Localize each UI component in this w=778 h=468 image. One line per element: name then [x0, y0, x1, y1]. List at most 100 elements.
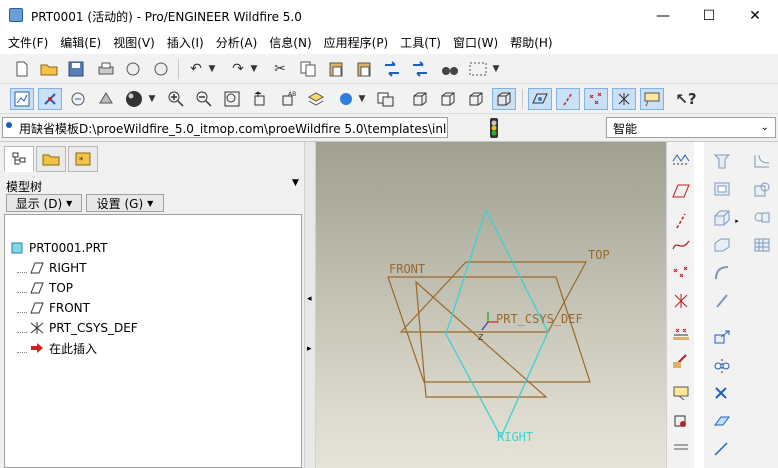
mirror-tool-icon[interactable] [710, 354, 734, 376]
shell-tool-icon[interactable] [710, 178, 734, 200]
extend-tool-icon[interactable] [710, 438, 734, 460]
menu-insert[interactable]: 插入(I) [161, 34, 210, 51]
offset-datum-icon[interactable] [669, 410, 693, 432]
datum-plane-tool-icon[interactable] [669, 180, 693, 202]
expand-right-icon[interactable]: ▸ [307, 344, 312, 354]
regenerate-manager-icon[interactable] [408, 58, 432, 80]
find-icon[interactable] [438, 58, 462, 80]
tree-node-top[interactable]: TOP [17, 279, 73, 297]
hole-tool-icon[interactable] [710, 150, 734, 172]
datum-curve-tool-icon[interactable] [669, 234, 693, 256]
coordinate-systems-toggle-icon[interactable] [612, 88, 636, 110]
tree-node-csys[interactable]: PRT_CSYS_DEF [17, 319, 138, 337]
context-help-icon[interactable]: ↖? [674, 88, 698, 110]
revolve-tool-icon[interactable] [750, 206, 774, 228]
paste-special-icon[interactable] [352, 58, 376, 80]
merge-tool-icon[interactable] [710, 382, 734, 404]
save-icon[interactable] [64, 58, 88, 80]
repaint-icon[interactable] [10, 88, 34, 110]
tree-node-right[interactable]: RIGHT [17, 259, 87, 277]
csys-tool-icon[interactable] [669, 290, 693, 312]
menu-edit[interactable]: 编辑(E) [54, 34, 107, 51]
menu-help[interactable]: 帮助(H) [504, 34, 558, 51]
redo-icon[interactable]: ↷ [226, 58, 250, 80]
tab-favorites[interactable]: * [68, 146, 98, 172]
chevron-right-icon[interactable]: ▸ [733, 210, 741, 232]
undo-icon[interactable]: ↶ [184, 58, 208, 80]
shading-icon[interactable] [492, 88, 516, 110]
menu-analysis[interactable]: 分析(A) [210, 34, 264, 51]
refit-icon[interactable] [220, 88, 244, 110]
chevron-down-icon[interactable]: ▼ [248, 58, 260, 80]
send-mail-icon[interactable] [121, 58, 145, 80]
sketch-tool-icon[interactable] [669, 350, 693, 372]
open-folder-icon[interactable] [37, 58, 61, 80]
copy-icon[interactable] [296, 58, 320, 80]
trim-tool-icon[interactable] [710, 410, 734, 432]
pattern-tool-icon[interactable] [750, 234, 774, 256]
chevron-down-icon[interactable]: ▼ [292, 178, 299, 188]
tree-node-insert-here[interactable]: 在此插入 [17, 339, 97, 357]
view-manager-icon[interactable] [334, 88, 358, 110]
wireframe-icon[interactable] [408, 88, 432, 110]
orient-mode-icon[interactable] [66, 88, 90, 110]
menu-window[interactable]: 窗口(W) [447, 34, 504, 51]
datum-points-toggle-icon[interactable] [584, 88, 608, 110]
zoom-in-icon[interactable] [164, 88, 188, 110]
menu-tools[interactable]: 工具(T) [394, 34, 447, 51]
tab-model-tree[interactable] [4, 146, 34, 172]
visual-browser-icon[interactable] [374, 88, 398, 110]
blend-tool-icon[interactable] [710, 262, 734, 284]
hidden-line-icon[interactable] [436, 88, 460, 110]
paste-icon[interactable] [324, 58, 348, 80]
draft-tool-icon[interactable] [750, 178, 774, 200]
sweep-tool-icon[interactable] [710, 234, 734, 256]
copy-feature-icon[interactable] [710, 326, 734, 348]
maximize-button[interactable]: ☐ [686, 0, 732, 31]
analysis-feature-icon[interactable] [669, 322, 693, 344]
email-link-icon[interactable] [149, 58, 173, 80]
traffic-light-icon[interactable] [488, 118, 500, 138]
reorient-icon[interactable] [248, 88, 272, 110]
sphere-appearance-icon[interactable] [122, 88, 146, 110]
spin-center-icon[interactable] [38, 88, 62, 110]
minimize-button[interactable]: — [640, 0, 686, 31]
tree-node-part[interactable]: PRT0001.PRT [9, 239, 107, 257]
datum-axis-tool-icon[interactable] [669, 210, 693, 232]
sketcher-display-icon[interactable] [669, 148, 693, 170]
panel-splitter[interactable]: ◂ ▸ [304, 142, 316, 468]
collapse-left-icon[interactable]: ◂ [307, 294, 312, 304]
regenerate-icon[interactable] [380, 58, 404, 80]
tree-node-front[interactable]: FRONT [17, 299, 90, 317]
menu-file[interactable]: 文件(F) [2, 34, 54, 51]
chevron-down-icon[interactable]: ▼ [356, 88, 368, 110]
zoom-out-icon[interactable] [192, 88, 216, 110]
appearance-gallery-icon[interactable] [94, 88, 118, 110]
datum-more-icon[interactable] [669, 438, 693, 460]
round-tool-icon[interactable] [750, 150, 774, 172]
saved-view-icon[interactable]: AB [276, 88, 300, 110]
chevron-down-icon[interactable]: ▼ [206, 58, 218, 80]
close-button[interactable]: ✕ [732, 0, 778, 31]
settings-menu-button[interactable]: 设置 (G) ▼ [86, 194, 164, 212]
datum-planes-toggle-icon[interactable] [528, 88, 552, 110]
print-icon[interactable] [94, 58, 118, 80]
tab-folder-browser[interactable] [36, 146, 66, 172]
graphics-window[interactable]: Z FRONT TOP PRT_CSYS_DEF RIGHT [316, 142, 666, 468]
datum-note-icon[interactable] [669, 382, 693, 404]
selection-filter-dropdown[interactable]: 智能 ⌄ [606, 117, 776, 138]
cut-icon[interactable]: ✂ [268, 58, 292, 80]
menu-view[interactable]: 视图(V) [107, 34, 161, 51]
chevron-down-icon[interactable]: ▼ [490, 58, 502, 80]
menu-applications[interactable]: 应用程序(P) [318, 34, 395, 51]
menu-info[interactable]: 信息(N) [263, 34, 317, 51]
new-file-icon[interactable] [10, 58, 34, 80]
selection-box-icon[interactable] [466, 58, 490, 80]
display-menu-button[interactable]: 显示 (D) ▼ [6, 194, 82, 212]
no-hidden-icon[interactable] [464, 88, 488, 110]
datum-axes-toggle-icon[interactable] [556, 88, 580, 110]
datum-point-tool-icon[interactable] [669, 262, 693, 284]
extrude-tool-icon[interactable] [710, 206, 734, 228]
rib-tool-icon[interactable] [710, 290, 734, 312]
chevron-down-icon[interactable]: ▼ [146, 88, 158, 110]
